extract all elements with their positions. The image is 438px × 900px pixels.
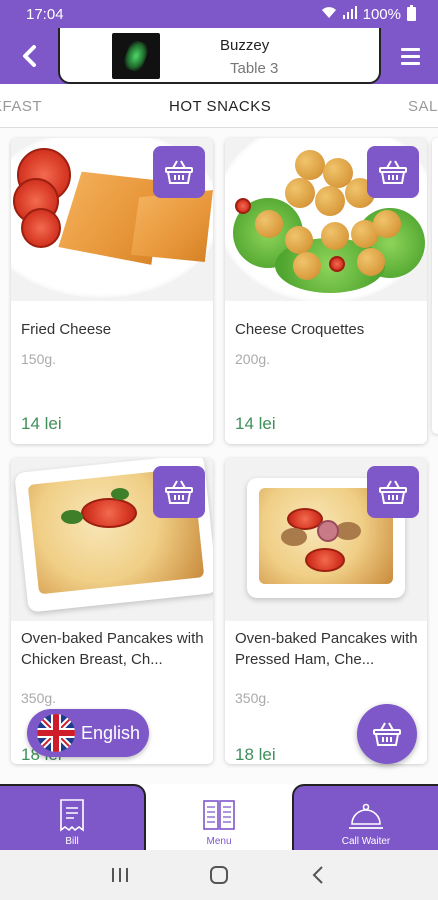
language-label: English [81,722,141,743]
product-card[interactable]: Cheese Croquettes 200g. 14 lei [225,138,427,444]
uk-flag-icon [37,714,75,752]
nav-menu[interactable]: Menu [146,784,292,850]
tab-salads[interactable]: SAL [408,98,438,115]
basket-icon [165,160,193,184]
header: Buzzey Table 3 [0,28,438,84]
product-grid: Fried Cheese 150g. 14 lei Cheese Croquet… [0,128,438,784]
add-to-cart-button[interactable] [367,466,419,518]
nav-bill-label: Bill [65,836,79,847]
basket-icon [373,722,401,746]
cart-button[interactable] [357,704,417,764]
home-button[interactable] [199,860,239,890]
cloche-icon [349,803,383,829]
back-button[interactable] [0,28,58,84]
basket-icon [379,160,407,184]
receipt-icon [60,799,84,832]
add-to-cart-button[interactable] [153,146,205,198]
battery-icon [407,5,416,21]
product-price: 18 lei [235,745,276,764]
product-name: Cheese Croquettes [235,321,365,338]
system-back-icon [312,866,324,884]
language-button[interactable]: English [27,709,149,757]
add-to-cart-button[interactable] [367,146,419,198]
status-icons: 100% [321,5,416,23]
battery-percent: 100% [362,5,401,23]
nav-call-waiter[interactable]: Call Waiter [292,784,438,850]
product-price: 14 lei [235,414,276,433]
venue-card: Buzzey Table 3 [58,28,381,84]
status-bar: 17:04 100% [0,0,438,28]
venue-name: Buzzey [220,37,270,54]
back-icon [23,45,36,67]
signal-icon [342,5,357,23]
product-name: Oven-baked Pancakes with Chicken Breast,… [21,630,204,668]
product-weight: 350g. [21,690,57,706]
hamburger-button[interactable] [382,28,438,84]
bottom-nav: Bill Menu Call Waiter [0,784,438,850]
product-weight: 150g. [21,351,57,367]
tab-hot-snacks[interactable]: HOT SNACKS [169,98,271,115]
nav-menu-label: Menu [206,836,232,847]
product-weight: 200g. [235,351,271,367]
product-weight: 350g. [235,690,271,706]
home-icon [209,866,228,884]
product-price: 14 lei [21,414,62,433]
system-back-button[interactable] [298,860,338,890]
product-card[interactable]: Fried Cheese 150g. 14 lei [11,138,213,444]
add-to-cart-button[interactable] [153,466,205,518]
menu-book-icon [203,800,235,830]
recent-apps-button[interactable] [100,860,140,890]
wifi-icon [321,6,337,22]
venue-logo [112,33,160,79]
tab-breakfast[interactable]: KFAST [0,98,42,115]
nav-bill[interactable]: Bill [0,784,146,850]
recent-apps-icon [111,868,128,882]
basket-icon [165,480,193,504]
nav-call-waiter-label: Call Waiter [341,836,391,847]
product-name: Fried Cheese [21,321,112,338]
hamburger-icon [400,47,420,51]
table-number: Table 3 [230,60,279,77]
product-name: Oven-baked Pancakes with Pressed Ham, Ch… [235,630,418,668]
basket-icon [379,480,407,504]
next-card-edge [432,138,438,434]
status-time: 17:04 [26,5,64,23]
category-tabs: KFAST HOT SNACKS SAL [0,84,438,128]
system-nav-bar [0,850,438,900]
